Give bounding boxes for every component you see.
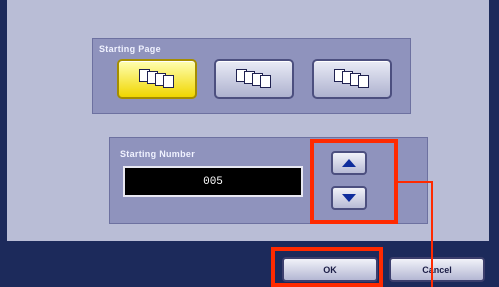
- callout-line: [431, 181, 433, 287]
- pages-icon: [334, 69, 370, 89]
- arrow-buttons-highlight: [310, 139, 398, 224]
- starting-page-label: Starting Page: [99, 44, 161, 54]
- device-screen: Starting Page Starting Number 005 OK Can…: [0, 0, 499, 287]
- starting-number-label: Starting Number: [120, 149, 196, 159]
- dialog-panel: Starting Page Starting Number 005: [7, 0, 489, 241]
- starting-page-option-1[interactable]: [117, 59, 197, 99]
- pages-icon: [236, 69, 272, 89]
- starting-page-group: Starting Page: [92, 38, 411, 114]
- starting-page-option-3[interactable]: [312, 59, 392, 99]
- cancel-button[interactable]: Cancel: [389, 257, 485, 282]
- starting-page-option-2[interactable]: [214, 59, 294, 99]
- pages-icon: [139, 69, 175, 89]
- starting-number-display: 005: [123, 166, 303, 197]
- ok-button-highlight: [271, 247, 383, 287]
- callout-line: [397, 181, 432, 183]
